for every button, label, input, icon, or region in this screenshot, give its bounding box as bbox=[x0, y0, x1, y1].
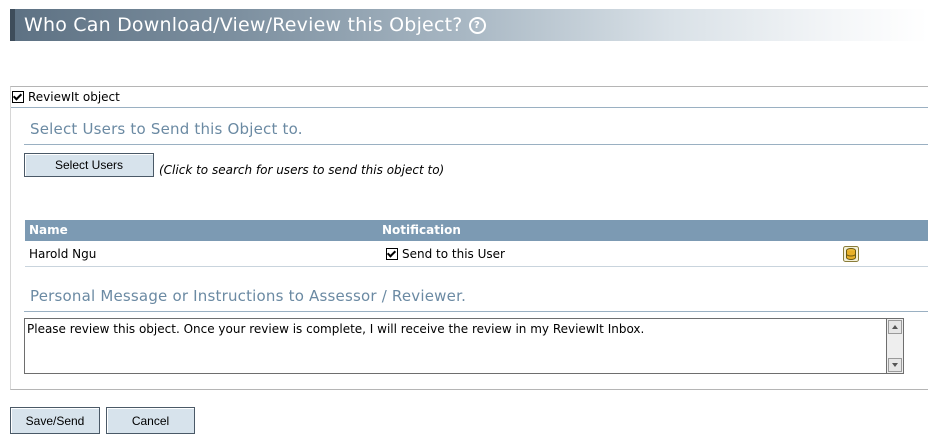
reviewit-checkbox-label: ReviewIt object bbox=[28, 90, 120, 104]
page-title-text: Who Can Download/View/Review this Object… bbox=[24, 14, 463, 36]
database-icon[interactable] bbox=[843, 246, 859, 262]
users-table-header: Name Notification bbox=[25, 220, 928, 241]
personal-message-textarea[interactable]: Please review this object. Once your rev… bbox=[24, 318, 904, 374]
notification-cell[interactable]: Send to this User bbox=[386, 247, 505, 261]
column-header-name: Name bbox=[29, 223, 68, 237]
select-users-section-title: Select Users to Send this Object to. bbox=[30, 120, 303, 138]
column-header-notification: Notification bbox=[382, 223, 461, 237]
reviewit-checkbox[interactable] bbox=[12, 91, 24, 103]
divider bbox=[24, 311, 928, 312]
cancel-button[interactable]: Cancel bbox=[106, 407, 195, 434]
select-users-hint: (Click to search for users to send this … bbox=[159, 163, 445, 177]
divider bbox=[11, 107, 928, 108]
reviewit-checkbox-row[interactable]: ReviewIt object bbox=[12, 87, 120, 107]
send-to-user-label: Send to this User bbox=[402, 247, 505, 261]
header-accent-bar bbox=[10, 9, 15, 41]
table-row: Harold Ngu Send to this User bbox=[25, 242, 928, 267]
scroll-up-arrow-icon[interactable] bbox=[888, 320, 902, 334]
page-header: Who Can Download/View/Review this Object… bbox=[10, 9, 928, 41]
message-section-title: Personal Message or Instructions to Asse… bbox=[30, 287, 467, 305]
message-scrollbar[interactable] bbox=[886, 318, 904, 374]
help-icon[interactable]: ? bbox=[468, 17, 486, 34]
user-name: Harold Ngu bbox=[29, 247, 97, 261]
send-to-user-checkbox[interactable] bbox=[386, 248, 398, 260]
scroll-down-arrow-icon[interactable] bbox=[888, 358, 902, 372]
save-send-button[interactable]: Save/Send bbox=[10, 407, 100, 434]
page-title: Who Can Download/View/Review this Object… bbox=[24, 14, 486, 36]
select-users-button[interactable]: Select Users bbox=[24, 153, 154, 177]
divider bbox=[24, 144, 928, 145]
